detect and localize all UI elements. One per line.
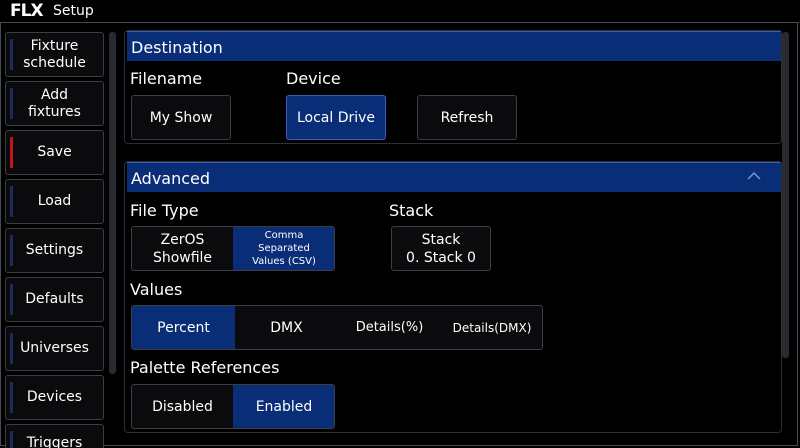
values-dmx-option[interactable]: DMX [235,306,338,349]
filename-label: Filename [130,69,203,88]
sidebar-item-add-fixtures[interactable]: Add fixtures [5,81,104,126]
destination-header: Destination [127,31,781,61]
sidebar-item-triggers[interactable]: Triggers [5,424,104,448]
sidebar-item-label: Load [37,193,72,209]
palette-references-selector: Disabled Enabled [131,384,335,429]
stack-button[interactable]: Stack 0. Stack 0 [391,226,491,271]
sidebar-item-label: Defaults [25,291,84,307]
chevron-up-icon[interactable] [747,169,761,183]
file-type-selector: ZerOS Showfile Comma Separated Values (C… [131,226,335,271]
stack-button-title: Stack [421,231,461,248]
local-drive-button[interactable]: Local Drive [286,95,386,140]
sidebar-item-universes[interactable]: Universes [5,326,104,371]
values-details-percent-option[interactable]: Details(%) [338,306,441,349]
values-label: Values [130,280,183,299]
sidebar-item-label: Devices [26,389,83,405]
sidebar-scrollbar[interactable] [109,32,116,374]
sidebar-item-settings[interactable]: Settings [5,228,104,273]
title-bar: FLX Setup [0,0,800,23]
filename-button[interactable]: My Show [131,95,231,140]
sidebar-item-load[interactable]: Load [5,179,104,224]
app-logo: FLX [10,1,44,21]
sidebar-item-label: Settings [25,242,84,258]
sidebar-item-devices[interactable]: Devices [5,375,104,420]
values-percent-option[interactable]: Percent [132,306,235,349]
sidebar-item-label: Fixture schedule [23,37,86,71]
refresh-button[interactable]: Refresh [417,95,517,140]
advanced-header[interactable]: Advanced [127,162,781,192]
sidebar: Fixture schedule Add fixtures Save Load … [0,24,122,448]
file-type-zeros-option[interactable]: ZerOS Showfile [132,227,233,270]
main-scrollbar[interactable] [782,32,789,358]
stack-label: Stack [389,201,434,220]
file-type-label: File Type [130,201,199,220]
sidebar-item-save[interactable]: Save [5,130,104,175]
values-selector: Percent DMX Details(%) Details(DMX) [131,305,543,350]
sidebar-item-fixture-schedule[interactable]: Fixture schedule [5,32,104,77]
device-label: Device [286,69,341,88]
palette-disabled-option[interactable]: Disabled [132,385,233,428]
sidebar-item-label: Add fixtures [28,86,81,120]
palette-references-label: Palette References [130,358,280,377]
sidebar-item-defaults[interactable]: Defaults [5,277,104,322]
sidebar-item-label: Triggers [26,435,83,448]
window-title: Setup [53,3,94,19]
values-details-dmx-option[interactable]: Details(DMX) [441,306,542,349]
advanced-header-label: Advanced [131,169,211,188]
stack-button-value: 0. Stack 0 [406,249,476,266]
sidebar-item-label: Universes [20,340,89,356]
sidebar-item-label: Save [37,144,72,160]
file-type-csv-option[interactable]: Comma Separated Values (CSV) [233,227,334,270]
palette-enabled-option[interactable]: Enabled [233,385,334,428]
